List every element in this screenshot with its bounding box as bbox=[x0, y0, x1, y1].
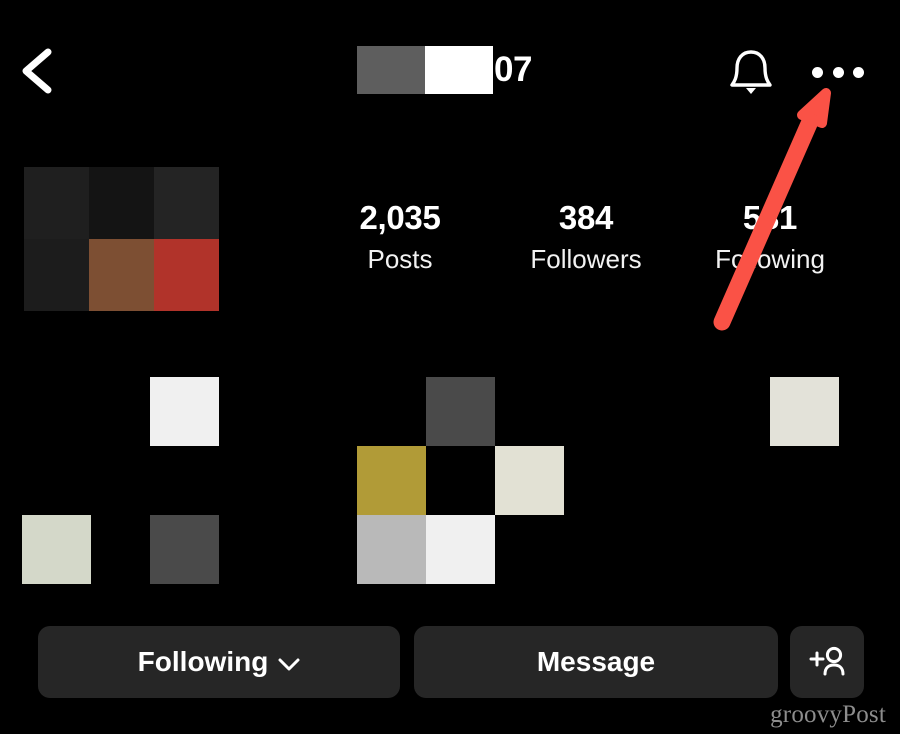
overflow-menu-button[interactable] bbox=[812, 60, 864, 84]
stat-followers-label: Followers bbox=[530, 244, 642, 274]
bell-icon bbox=[730, 50, 772, 94]
photo-grid-tile[interactable] bbox=[426, 377, 495, 446]
avatar-redaction-tile bbox=[24, 167, 89, 239]
avatar-redaction-tile bbox=[89, 167, 154, 239]
three-dots-icon-dot-3 bbox=[853, 66, 864, 78]
profile-username: 07 bbox=[357, 46, 532, 94]
chevron-left-icon bbox=[22, 48, 52, 94]
back-button[interactable] bbox=[18, 48, 54, 94]
photo-grid bbox=[0, 360, 900, 600]
photo-grid-tile[interactable] bbox=[357, 446, 426, 515]
avatar-redaction-tile bbox=[154, 239, 219, 311]
instagram-profile-screen: 07 2,035 Posts 384 Followers 531 Followi… bbox=[0, 0, 900, 734]
photo-grid-tile[interactable] bbox=[150, 377, 219, 446]
photo-grid-tile[interactable] bbox=[426, 515, 495, 584]
avatar-redaction-tile bbox=[24, 239, 89, 311]
chevron-down-icon bbox=[278, 658, 300, 670]
stat-posts[interactable]: 2,035 Posts bbox=[300, 198, 500, 276]
stat-following[interactable]: 531 Following bbox=[670, 198, 870, 276]
profile-stats: 2,035 Posts 384 Followers 531 Following bbox=[300, 198, 900, 288]
three-dots-icon-dot-1 bbox=[812, 66, 823, 78]
stat-posts-value: 2,035 bbox=[359, 199, 441, 236]
add-person-icon bbox=[809, 646, 845, 676]
avatar-redaction-tile bbox=[154, 167, 219, 239]
top-navigation-bar: 07 bbox=[0, 0, 900, 140]
notifications-button[interactable] bbox=[726, 47, 776, 97]
message-button-label: Message bbox=[536, 646, 656, 677]
photo-grid-tile[interactable] bbox=[357, 515, 426, 584]
photo-grid-tile[interactable] bbox=[770, 377, 839, 446]
photo-grid-tile[interactable] bbox=[495, 446, 564, 515]
avatar-redaction-tile bbox=[89, 239, 154, 311]
stat-following-label: Following bbox=[715, 244, 825, 274]
stat-posts-label: Posts bbox=[367, 244, 433, 274]
add-user-button[interactable] bbox=[790, 626, 864, 698]
stat-followers[interactable]: 384 Followers bbox=[486, 198, 686, 276]
message-button[interactable]: Message bbox=[414, 626, 778, 698]
avatar[interactable] bbox=[24, 167, 219, 311]
stat-following-value: 531 bbox=[742, 199, 798, 236]
following-button[interactable]: Following bbox=[38, 626, 400, 698]
username-redaction-block-2 bbox=[425, 46, 493, 94]
watermark: groovyPost bbox=[770, 701, 886, 728]
three-dots-icon-dot-2 bbox=[832, 66, 844, 78]
stat-followers-value: 384 bbox=[558, 199, 614, 236]
profile-action-buttons: Following Message bbox=[0, 626, 900, 698]
username-redaction-block-1 bbox=[357, 46, 425, 94]
photo-grid-tile[interactable] bbox=[150, 515, 219, 584]
photo-grid-tile[interactable] bbox=[22, 515, 91, 584]
username-suffix: 07 bbox=[494, 50, 532, 89]
following-button-label: Following bbox=[137, 646, 269, 677]
